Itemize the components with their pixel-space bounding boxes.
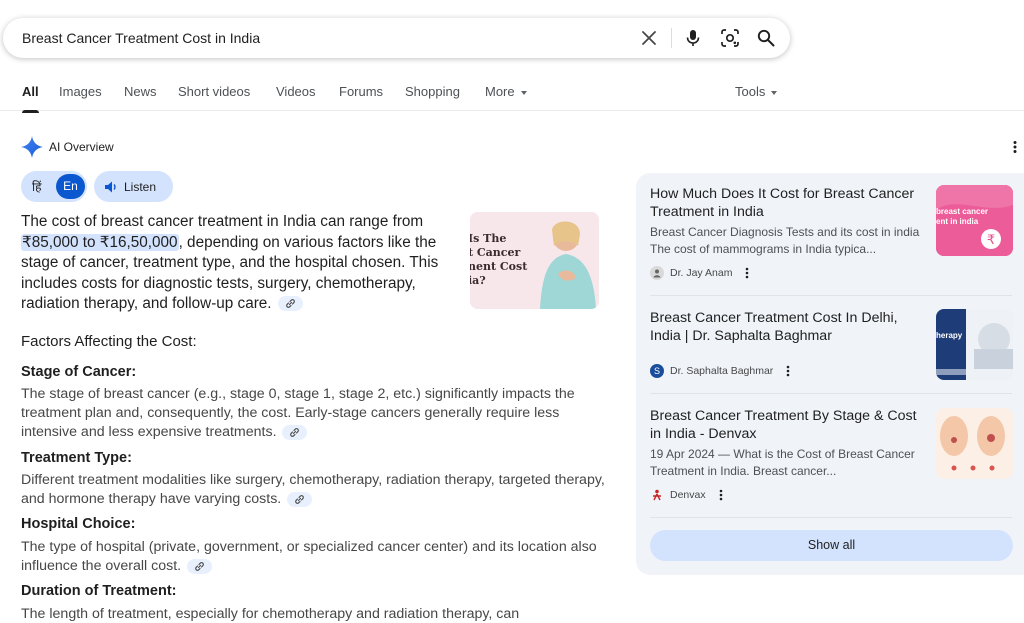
more-options-icon[interactable] (716, 488, 726, 502)
ai-overview-title: AI Overview (49, 140, 114, 154)
tab-more-label: More (485, 84, 515, 99)
lang-english-button[interactable]: En (56, 174, 85, 199)
more-options-icon[interactable] (783, 364, 793, 378)
source-snippet: Breast Cancer Diagnosis Tests and its co… (650, 225, 920, 256)
listen-button[interactable]: Listen (94, 171, 173, 202)
source-card[interactable]: Breast Cancer Treatment Cost In Delhi, I… (650, 310, 930, 378)
source-site-name: Dr. Jay Anam (670, 267, 733, 279)
citation-link-icon[interactable] (187, 558, 213, 574)
factor-text-hospital-body: The type of hospital (private, governmen… (21, 539, 597, 574)
citation-link-icon[interactable] (287, 491, 313, 507)
thumbnail-caption: Is The t Cancer nent Cost ia? (470, 232, 528, 287)
lang-hindi-button[interactable]: हिं (32, 178, 41, 195)
tab-images[interactable]: Images (59, 84, 102, 99)
citation-link-icon[interactable] (282, 424, 308, 440)
source-title: Breast Cancer Treatment Cost In Delhi, I… (650, 310, 898, 344)
ai-summary: The cost of breast cancer treatment in I… (21, 212, 466, 315)
factor-heading-treatment: Treatment Type: (21, 450, 132, 466)
tab-all[interactable]: All (22, 84, 39, 113)
factor-text-treatment: Different treatment modalities like surg… (21, 471, 611, 509)
search-tabs: All Images News Short videos Videos Foru… (0, 78, 1024, 113)
tab-more[interactable]: More (485, 84, 527, 99)
citation-link-icon[interactable] (277, 296, 303, 312)
clear-icon[interactable] (637, 26, 661, 50)
source-thumbnail[interactable]: herapy (936, 309, 1013, 380)
show-all-button[interactable]: Show all (650, 530, 1013, 561)
factor-heading-hospital: Hospital Choice: (21, 516, 136, 532)
site-favicon-icon (650, 488, 664, 502)
tab-news[interactable]: News (124, 84, 157, 99)
tools-button[interactable]: Tools (735, 84, 778, 99)
tools-label: Tools (735, 84, 766, 99)
tab-forums[interactable]: Forums (339, 84, 383, 99)
source-title: Breast Cancer Treatment By Stage & Cost … (650, 408, 917, 442)
listen-label: Listen (124, 179, 157, 194)
source-site-name: Dr. Saphalta Baghmar (670, 365, 774, 377)
site-favicon-icon: S (650, 364, 664, 378)
more-options-icon[interactable] (1012, 140, 1024, 156)
tab-shopping[interactable]: Shopping (405, 84, 460, 99)
factor-heading-duration: Duration of Treatment: (21, 583, 177, 599)
overview-thumbnail[interactable]: Is The t Cancer nent Cost ia? (470, 212, 599, 309)
factor-text-duration: The length of treatment, especially for … (21, 606, 520, 622)
sources-panel: How Much Does It Cost for Breast Cancer … (636, 173, 1024, 575)
factor-heading-stage: Stage of Cancer: (21, 364, 137, 380)
source-card[interactable]: How Much Does It Cost for Breast Cancer … (650, 186, 930, 280)
source-thumbnail-caption: herapy (936, 331, 963, 340)
gemini-sparkle-icon (21, 136, 43, 158)
cost-range-highlight: ₹85,000 to ₹16,50,000 (21, 233, 179, 251)
search-bar (3, 18, 790, 58)
tab-videos[interactable]: Videos (276, 84, 316, 99)
summary-text-start: The cost of breast cancer treatment in I… (21, 213, 424, 230)
source-thumbnail[interactable]: ₹ breast cancer ent in india (936, 185, 1013, 256)
lens-camera-icon[interactable] (718, 26, 742, 50)
ai-overview-header: AI Overview (21, 136, 114, 158)
svg-text:₹: ₹ (987, 233, 995, 248)
source-thumbnail[interactable] (936, 408, 1013, 479)
factor-text-treatment-body: Different treatment modalities like surg… (21, 472, 605, 507)
microphone-icon[interactable] (681, 26, 705, 50)
divider (650, 295, 1012, 296)
chevron-down-icon (771, 90, 778, 95)
search-input[interactable] (22, 18, 612, 58)
source-card[interactable]: Breast Cancer Treatment By Stage & Cost … (650, 408, 930, 502)
factors-heading: Factors Affecting the Cost: (21, 333, 197, 350)
search-icon[interactable] (754, 26, 778, 50)
more-options-icon[interactable] (742, 266, 752, 280)
source-site-name: Denvax (670, 489, 706, 501)
divider (650, 393, 1012, 394)
chevron-down-icon (520, 90, 527, 95)
search-divider (671, 28, 672, 48)
factor-text-stage: The stage of breast cancer (e.g., stage … (21, 385, 611, 442)
tab-short-videos[interactable]: Short videos (178, 84, 250, 99)
source-title: How Much Does It Cost for Breast Cancer … (650, 186, 915, 220)
factor-text-hospital: The type of hospital (private, governmen… (21, 538, 611, 576)
divider (650, 517, 1012, 518)
source-snippet: 19 Apr 2024 — What is the Cost of Breast… (650, 447, 915, 478)
site-favicon-icon (650, 266, 664, 280)
speaker-icon (105, 181, 116, 192)
language-toggle: हिं En (21, 171, 87, 202)
source-thumbnail-caption: breast cancer ent in india (936, 207, 989, 226)
